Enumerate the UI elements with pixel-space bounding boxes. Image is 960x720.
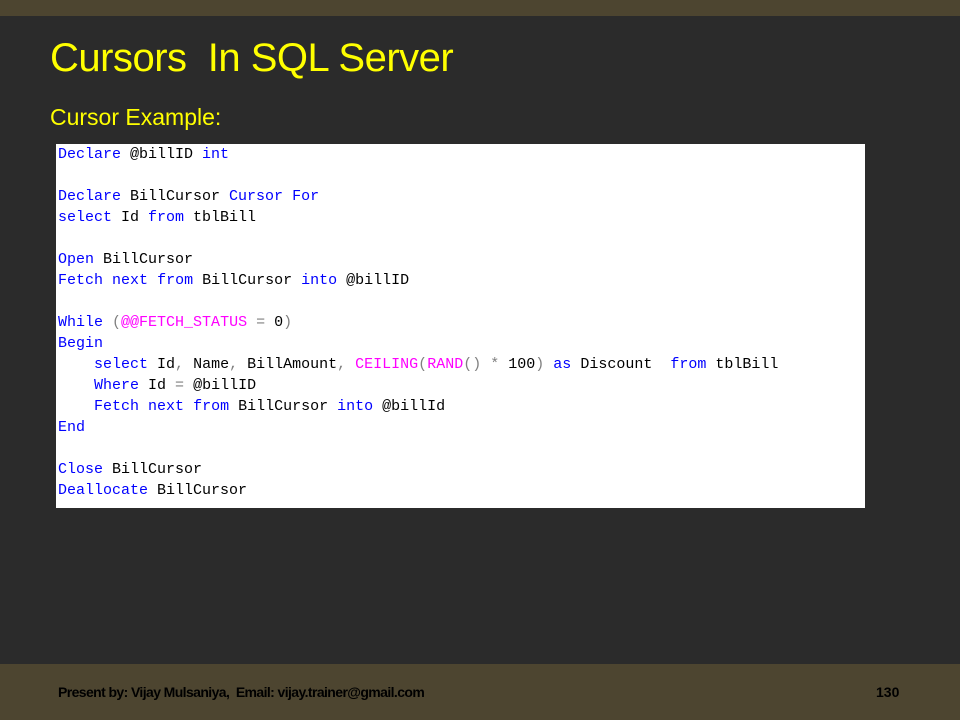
code-token: @@FETCH_STATUS: [121, 314, 248, 331]
code-line: Fetch next from BillCursor into @billID: [58, 270, 865, 291]
slide-title: Cursors In SQL Server: [50, 36, 454, 80]
code-line: select Id, Name, BillAmount, CEILING(RAN…: [58, 354, 865, 375]
code-token: Declare: [58, 188, 122, 205]
code-token: from: [148, 209, 185, 226]
code-token: Deallocate: [58, 482, 149, 499]
code-token: BillCursor: [121, 188, 230, 205]
code-line: select Id from tblBill: [58, 207, 865, 228]
code-token: For: [292, 188, 320, 205]
code-token: Close: [58, 461, 104, 478]
code-token: from: [157, 272, 194, 289]
code-line: Begin: [58, 333, 865, 354]
code-token: ,: [175, 356, 185, 373]
code-line: End: [58, 417, 865, 438]
footer-presenter-info: Present by: Vijay Mulsaniya, Email: vija…: [58, 684, 425, 700]
code-token: @billID: [184, 377, 257, 394]
code-token: Name: [184, 356, 230, 373]
code-token: Id: [112, 209, 149, 226]
code-token: (: [112, 314, 122, 331]
code-line: Declare @billID int: [58, 144, 865, 165]
code-line: While (@@FETCH_STATUS = 0): [58, 312, 865, 333]
code-token: Where: [94, 377, 140, 394]
code-token: Id: [148, 356, 176, 373]
code-token: from: [193, 398, 230, 415]
code-token: as: [553, 356, 572, 373]
code-line: Deallocate BillCursor: [58, 480, 865, 501]
code-token: @billID: [121, 146, 203, 163]
code-token: 0: [274, 314, 284, 331]
code-token: BillAmount: [238, 356, 338, 373]
code-token: next: [112, 272, 149, 289]
code-token: int: [202, 146, 230, 163]
code-line: Where Id = @billID: [58, 375, 865, 396]
code-token: Fetch: [58, 272, 104, 289]
code-token: CEILING: [355, 356, 419, 373]
code-token: BillCursor: [148, 482, 248, 499]
code-block: Declare @billID int Declare BillCursor C…: [56, 144, 865, 508]
code-token: tblBill: [706, 356, 779, 373]
code-token: Cursor: [229, 188, 284, 205]
code-token: 100: [499, 356, 536, 373]
code-token: Open: [58, 251, 95, 268]
code-token: Declare: [58, 146, 122, 163]
code-token: End: [58, 419, 86, 436]
code-token: @billID: [337, 272, 410, 289]
code-token: While: [58, 314, 104, 331]
code-token: BillCursor: [229, 398, 338, 415]
code-token: ,: [229, 356, 239, 373]
code-token: select: [94, 356, 149, 373]
code-token: (): [463, 356, 482, 373]
code-line: Open BillCursor: [58, 249, 865, 270]
code-token: BillCursor: [193, 272, 302, 289]
code-token: BillCursor: [94, 251, 194, 268]
code-token: Id: [139, 377, 176, 394]
code-line: Fetch next from BillCursor into @billId: [58, 396, 865, 417]
code-token: RAND: [427, 356, 464, 373]
code-token: into: [337, 398, 374, 415]
top-bar: [0, 0, 960, 16]
code-line: Close BillCursor: [58, 459, 865, 480]
code-token: into: [301, 272, 338, 289]
code-line: Declare BillCursor Cursor For: [58, 186, 865, 207]
code-token: ): [283, 314, 293, 331]
code-token: ,: [337, 356, 347, 373]
slide-subtitle: Cursor Example:: [50, 104, 222, 130]
code-token: Fetch: [94, 398, 140, 415]
code-token: BillCursor: [103, 461, 203, 478]
code-token: next: [148, 398, 185, 415]
code-token: select: [58, 209, 113, 226]
code-token: *: [490, 356, 500, 373]
code-token: tblBill: [184, 209, 257, 226]
code-token: Discount: [571, 356, 671, 373]
code-token: ): [535, 356, 545, 373]
code-token: =: [175, 377, 185, 394]
code-token: @billId: [373, 398, 446, 415]
code-token: from: [670, 356, 707, 373]
code-token: =: [247, 314, 275, 331]
code-token: (: [418, 356, 428, 373]
page-number: 130: [876, 684, 900, 700]
code-token: Begin: [58, 335, 104, 352]
